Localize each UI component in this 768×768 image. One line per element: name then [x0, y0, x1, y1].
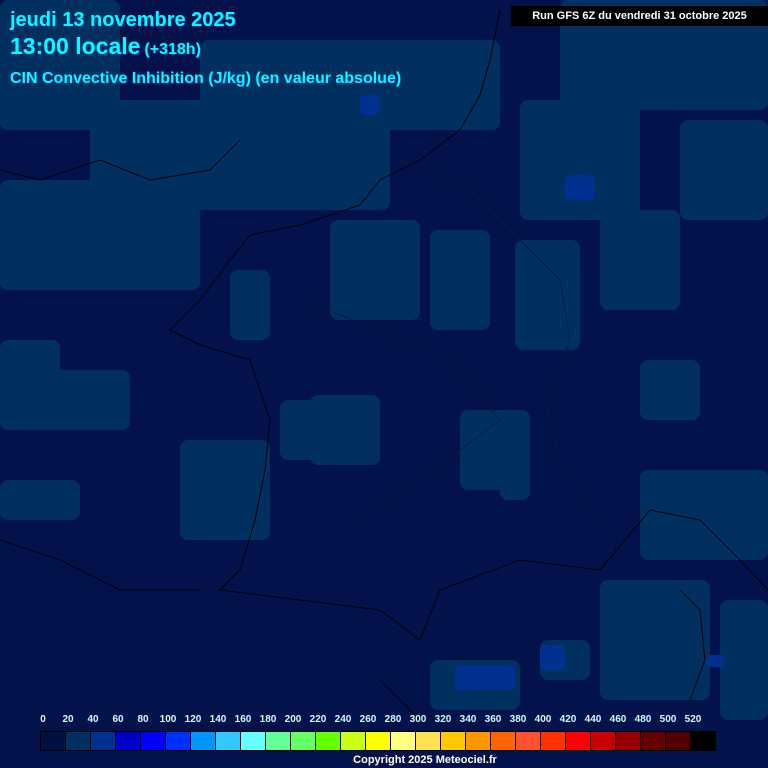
cin-patch: [330, 220, 420, 320]
legend-swatch: [266, 732, 291, 750]
cin-map: [0, 0, 768, 768]
cin-patch: [720, 600, 768, 720]
cin-patch-strong: [565, 175, 595, 200]
cin-patch: [600, 580, 710, 700]
forecast-offset: (+318h): [144, 41, 201, 58]
legend-swatch: [666, 732, 691, 750]
legend-swatch: [66, 732, 91, 750]
legend-swatch: [416, 732, 441, 750]
legend-swatch: [116, 732, 141, 750]
legend-swatch: [391, 732, 416, 750]
legend-swatch: [141, 732, 166, 750]
cin-patch: [520, 100, 640, 220]
legend-swatch: [41, 732, 66, 750]
cin-patch: [500, 420, 530, 500]
copyright: Copyright 2025 Meteociel.fr: [353, 754, 497, 766]
legend-swatch: [616, 732, 641, 750]
legend-swatch: [366, 732, 391, 750]
legend-swatch: [591, 732, 616, 750]
cin-patch-strong: [540, 645, 565, 670]
legend-swatch: [166, 732, 191, 750]
model-run-label: Run GFS 6Z du vendredi 31 octobre 2025: [511, 6, 768, 26]
cin-patch: [430, 230, 490, 330]
cin-patch: [0, 480, 80, 520]
legend-swatch: [566, 732, 591, 750]
legend-swatch: [516, 732, 541, 750]
cin-patch-strong: [360, 95, 380, 115]
legend-swatch: [341, 732, 366, 750]
legend-swatch: [691, 732, 715, 750]
legend-swatch: [491, 732, 516, 750]
legend-swatch: [441, 732, 466, 750]
forecast-time: 13:00 locale (+318h): [10, 33, 201, 60]
cin-patch-strong: [455, 665, 515, 690]
cin-patch: [180, 440, 270, 540]
cin-patch: [640, 360, 700, 420]
cin-patch: [600, 210, 680, 310]
legend-swatch: [316, 732, 341, 750]
legend-swatch: [191, 732, 216, 750]
cin-patch: [515, 240, 580, 350]
cin-patch: [310, 395, 380, 465]
legend-swatch: [291, 732, 316, 750]
cin-patch: [0, 180, 200, 290]
cin-patch: [30, 370, 130, 430]
legend-swatch: [91, 732, 116, 750]
legend-swatch: [466, 732, 491, 750]
legend-swatch: [216, 732, 241, 750]
local-time: 13:00 locale: [10, 33, 141, 59]
legend-swatch: [541, 732, 566, 750]
legend-labels: 0 20 40 60 80 100 120 140 160 180 200 220 240 260 280 3…: [28, 714, 748, 726]
cin-patch-strong: [705, 655, 725, 667]
cin-patch: [640, 470, 768, 560]
color-legend: [40, 731, 716, 751]
parameter-title: CIN Convective Inhibition (J/kg) (en val…: [10, 70, 402, 87]
forecast-date: jeudi 13 novembre 2025: [10, 9, 236, 31]
legend-label: 520: [684, 714, 702, 725]
cin-patch: [680, 120, 768, 220]
legend-swatch: [641, 732, 666, 750]
legend-swatch: [241, 732, 266, 750]
cin-patch: [230, 270, 270, 340]
